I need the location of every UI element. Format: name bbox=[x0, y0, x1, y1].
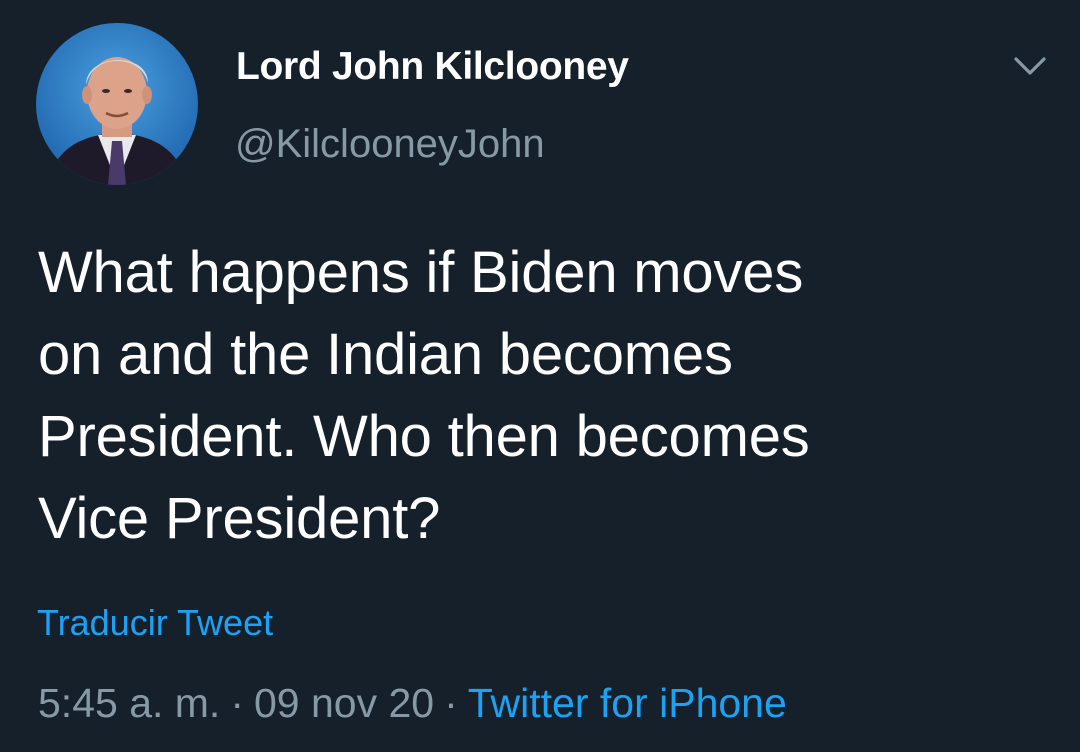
avatar[interactable] bbox=[36, 23, 198, 185]
tweet-source-link[interactable]: Twitter for iPhone bbox=[468, 680, 787, 726]
avatar-photo bbox=[36, 23, 198, 185]
tweet-metadata: 5:45 a. m. · 09 nov 20 · Twitter for iPhone bbox=[38, 680, 787, 727]
author-display-name[interactable]: Lord John Kilclooney bbox=[236, 45, 629, 89]
author-handle[interactable]: @KilclooneyJohn bbox=[235, 122, 545, 167]
separator: · bbox=[230, 680, 244, 726]
translate-tweet-link[interactable]: Traducir Tweet bbox=[37, 602, 273, 644]
tweet-time: 5:45 a. m. bbox=[38, 680, 221, 726]
chevron-down-icon[interactable] bbox=[1010, 50, 1050, 82]
tweet-text: What happens if Biden moves on and the I… bbox=[38, 240, 810, 551]
separator: · bbox=[444, 680, 458, 726]
tweet-date: 09 nov 20 bbox=[253, 680, 435, 726]
